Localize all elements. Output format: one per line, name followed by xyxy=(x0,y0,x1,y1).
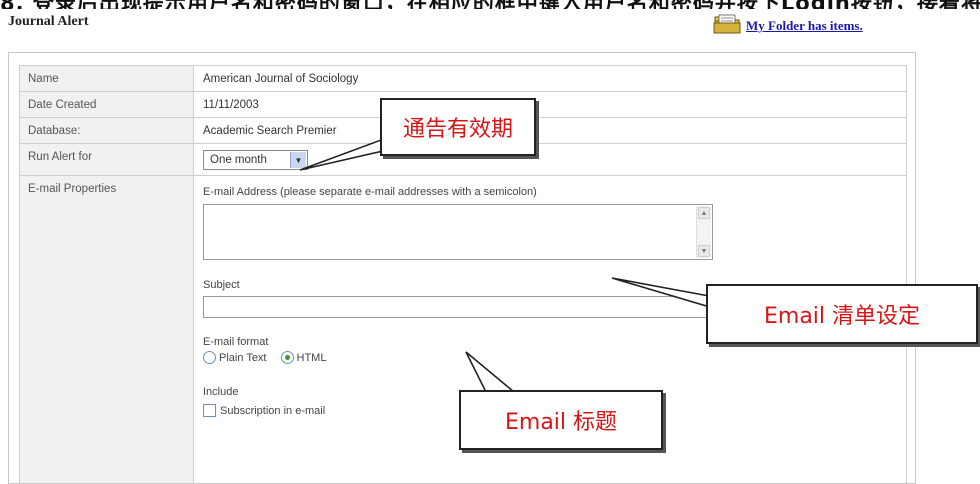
callout-email-list: Email 清单设定 xyxy=(706,284,978,344)
callout-pointer-email-list xyxy=(611,277,721,312)
callout-run-alert: 通告有效期 xyxy=(380,98,536,156)
callout-email-subject: Email 标题 xyxy=(459,390,663,450)
callout-pointer-email-subject xyxy=(465,351,517,393)
